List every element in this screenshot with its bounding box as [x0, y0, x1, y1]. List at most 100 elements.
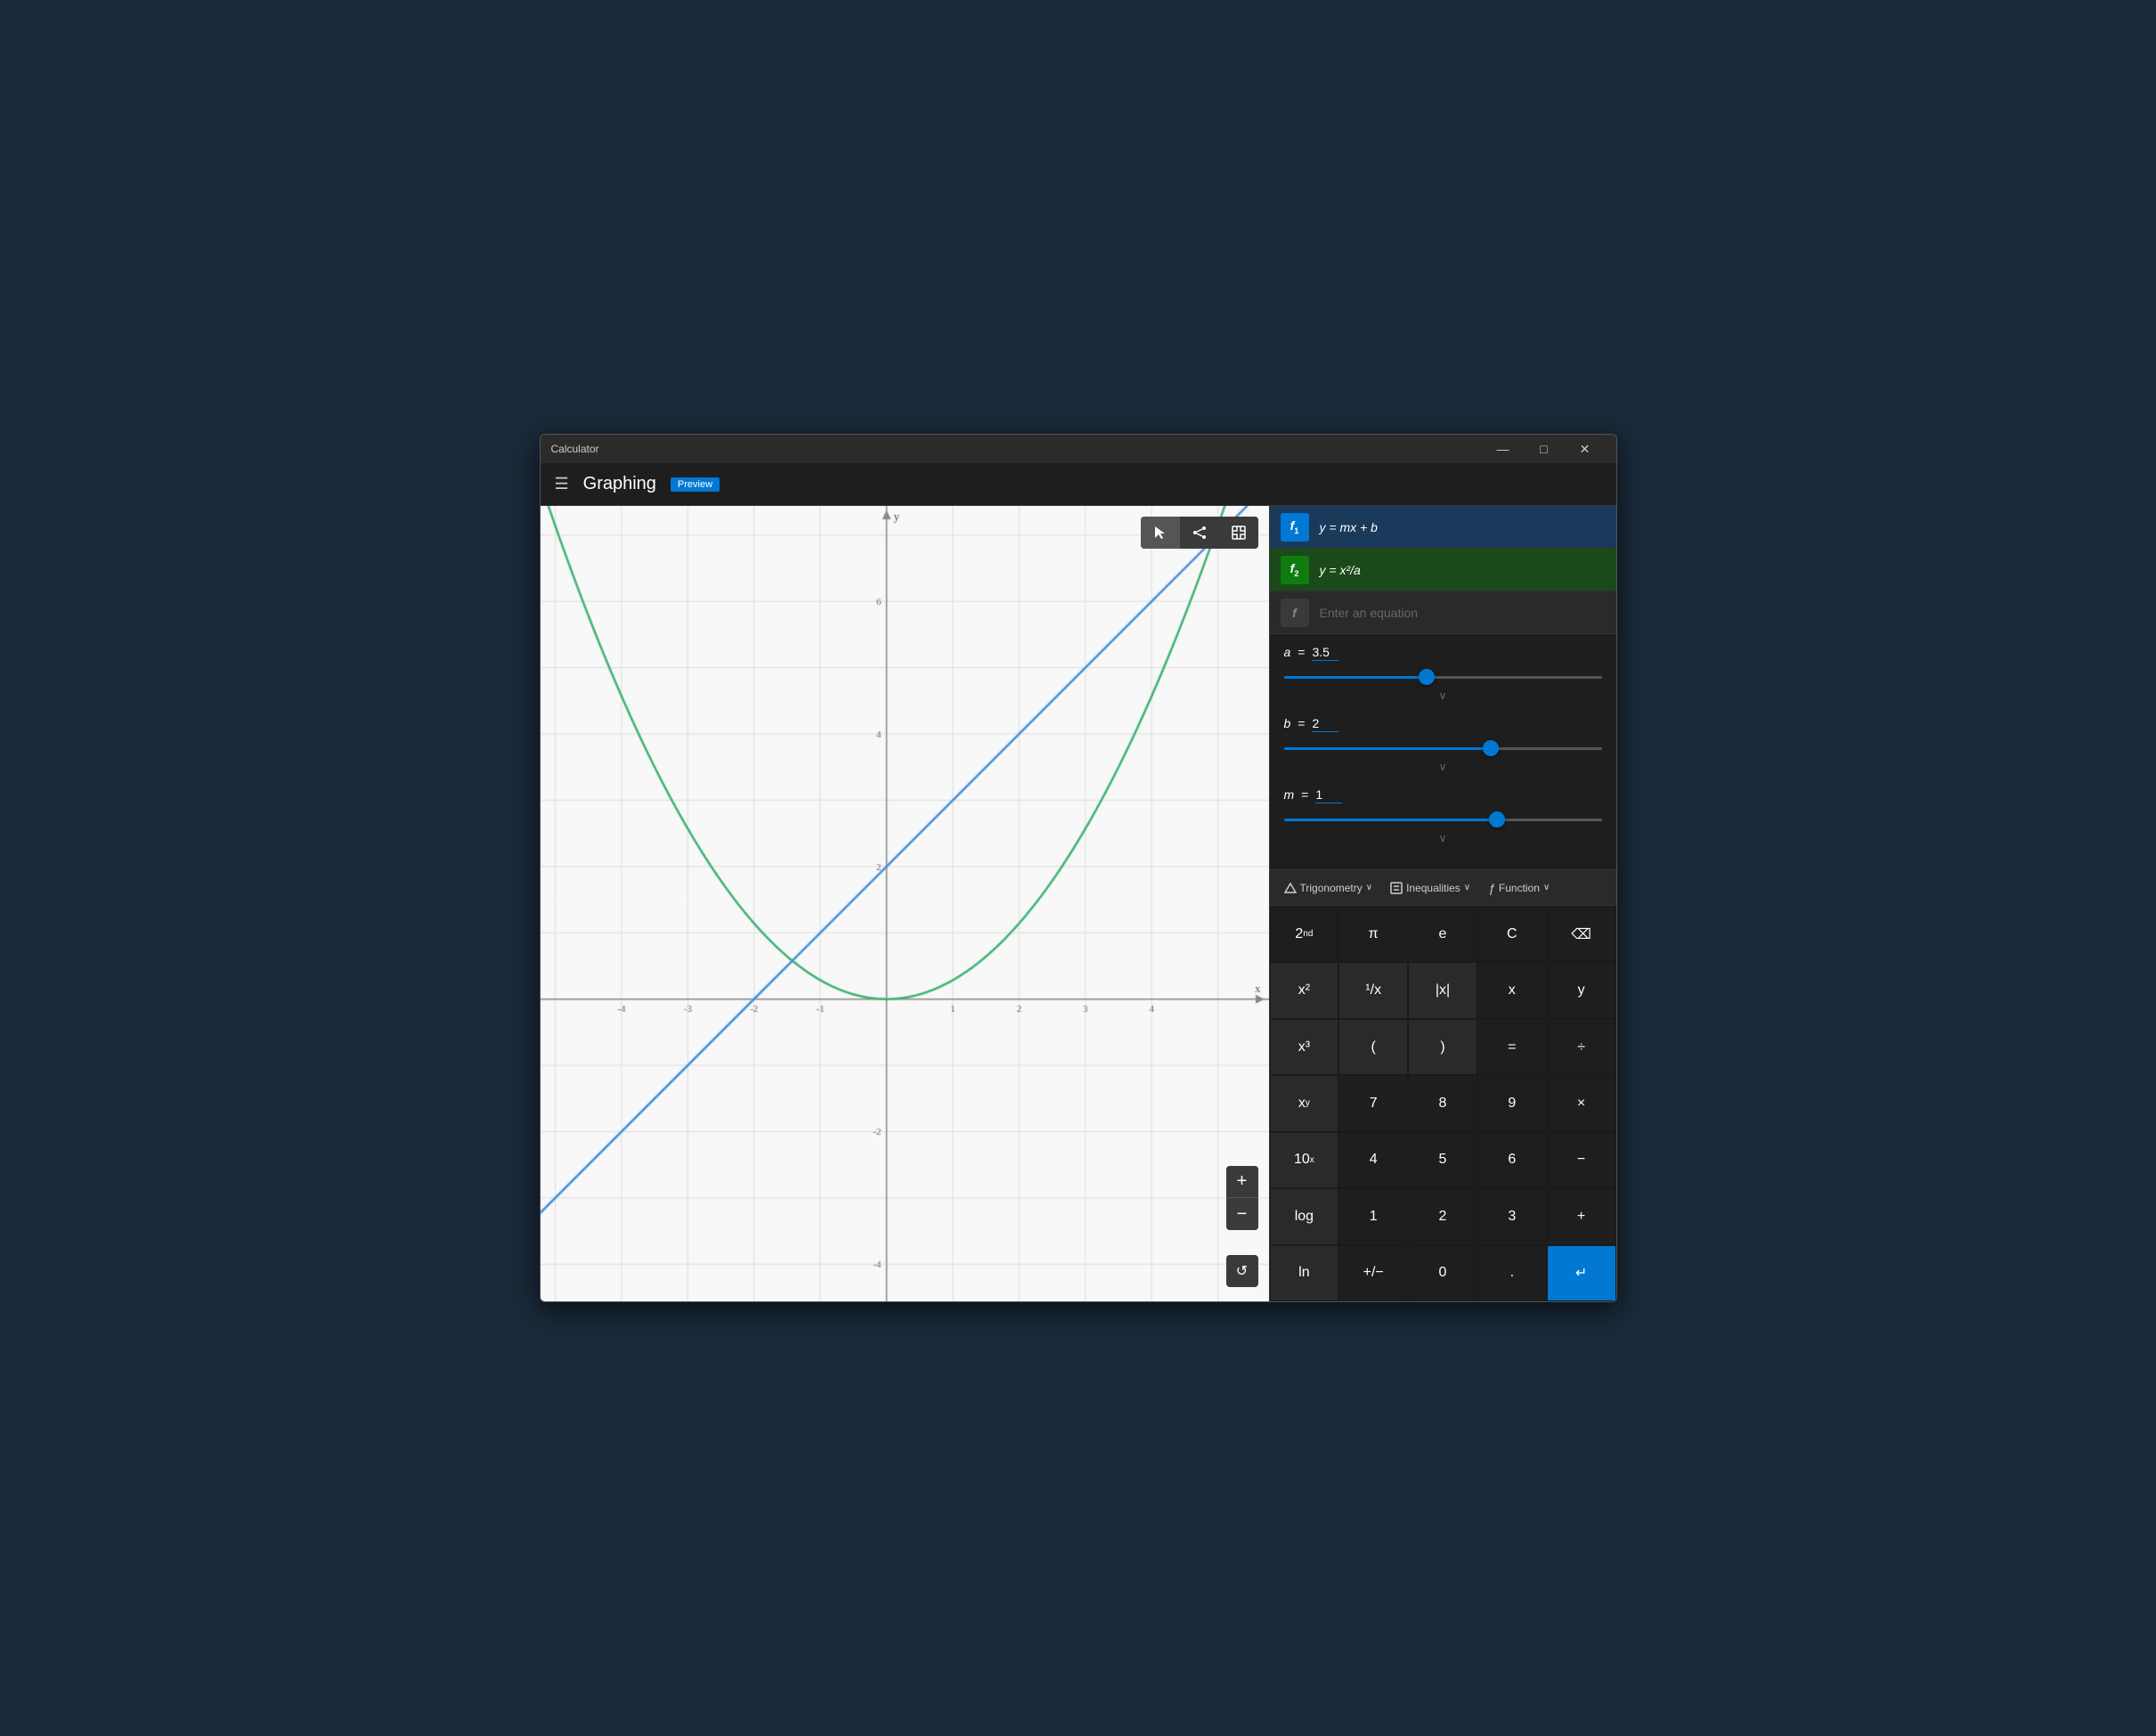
- key-plus-minus[interactable]: +/−: [1338, 1245, 1408, 1301]
- key-7[interactable]: 7: [1338, 1075, 1408, 1131]
- key-3[interactable]: 3: [1477, 1188, 1547, 1244]
- close-button[interactable]: ✕: [1565, 435, 1606, 463]
- function-chevron-icon: ∨: [1543, 883, 1550, 892]
- inequalities-label: Inequalities: [1406, 882, 1460, 894]
- slider-track-m: [1284, 819, 1602, 821]
- key-9[interactable]: 9: [1477, 1075, 1547, 1131]
- slider-container-b[interactable]: [1284, 739, 1602, 757]
- app-title: Graphing: [583, 474, 656, 494]
- slider-container-m[interactable]: [1284, 811, 1602, 828]
- key-1[interactable]: 1: [1338, 1188, 1408, 1244]
- var-name-m: m: [1284, 787, 1295, 802]
- var-equals-b: =: [1298, 716, 1305, 730]
- app-header: ☰ Graphing Preview: [541, 463, 1616, 506]
- slider-container-a[interactable]: [1284, 668, 1602, 686]
- variable-row-a: a = 3.5 ∨: [1284, 645, 1602, 702]
- key-4[interactable]: 4: [1338, 1132, 1408, 1188]
- key-backspace[interactable]: ⌫: [1547, 906, 1616, 962]
- equation-text-f2: y = x²/a: [1320, 563, 1606, 577]
- key-multiply[interactable]: ×: [1547, 1075, 1616, 1131]
- expand-tool-button[interactable]: [1219, 517, 1258, 549]
- key-5[interactable]: 5: [1408, 1132, 1477, 1188]
- key-clear[interactable]: C: [1477, 906, 1547, 962]
- variable-header-a: a = 3.5: [1284, 645, 1602, 661]
- expand-chevron-m[interactable]: ∨: [1284, 832, 1602, 844]
- inequalities-menu-button[interactable]: Inequalities ∨: [1383, 878, 1477, 898]
- expand-chevron-b[interactable]: ∨: [1284, 761, 1602, 773]
- key-log[interactable]: log: [1270, 1188, 1339, 1244]
- minimize-button[interactable]: —: [1483, 435, 1524, 463]
- function-label-f3: f: [1281, 599, 1309, 627]
- key-x-to-y[interactable]: xy: [1270, 1075, 1339, 1131]
- equation-row-f2[interactable]: f2 y = x²/a: [1270, 549, 1616, 591]
- var-equals-m: =: [1301, 787, 1308, 802]
- slider-thumb-b[interactable]: [1483, 740, 1499, 756]
- variable-header-m: m = 1: [1284, 787, 1602, 803]
- key-open-paren[interactable]: (: [1338, 1019, 1408, 1075]
- key-2[interactable]: 2: [1408, 1188, 1477, 1244]
- key-8[interactable]: 8: [1408, 1075, 1477, 1131]
- equations-panel: f1 y = mx + b f2 y = x²/a f Enter an equ…: [1270, 506, 1616, 634]
- key-reciprocal[interactable]: ¹/x: [1338, 962, 1408, 1018]
- var-value-a: 3.5: [1312, 645, 1338, 661]
- title-bar-left: Calculator: [551, 443, 599, 455]
- equation-text-f1: y = mx + b: [1320, 520, 1606, 534]
- window-title: Calculator: [551, 443, 599, 455]
- share-tool-button[interactable]: [1180, 517, 1219, 549]
- key-pi[interactable]: π: [1338, 906, 1408, 962]
- slider-thumb-a[interactable]: [1419, 669, 1435, 685]
- equation-row-f3[interactable]: f Enter an equation: [1270, 591, 1616, 634]
- equation-placeholder-f3: Enter an equation: [1320, 606, 1606, 620]
- expand-chevron-a[interactable]: ∨: [1284, 689, 1602, 702]
- maximize-button[interactable]: □: [1524, 435, 1565, 463]
- function-label: Function: [1499, 882, 1540, 894]
- variables-panel: a = 3.5 ∨ b =: [1270, 634, 1616, 870]
- right-panel: f1 y = mx + b f2 y = x²/a f Enter an equ…: [1269, 506, 1616, 1301]
- preview-badge: Preview: [671, 477, 720, 492]
- menu-icon[interactable]: ☰: [555, 475, 569, 493]
- key-add[interactable]: +: [1547, 1188, 1616, 1244]
- slider-thumb-m[interactable]: [1489, 811, 1505, 827]
- key-10-to-x[interactable]: 10x: [1270, 1132, 1339, 1188]
- key-0[interactable]: 0: [1408, 1245, 1477, 1301]
- reset-view-button[interactable]: ↺: [1226, 1255, 1258, 1287]
- variable-row-m: m = 1 ∨: [1284, 787, 1602, 844]
- slider-fill-b: [1284, 747, 1491, 750]
- key-x-squared[interactable]: x²: [1270, 962, 1339, 1018]
- key-x[interactable]: x: [1477, 962, 1547, 1018]
- trigonometry-label: Trigonometry: [1300, 882, 1363, 894]
- key-ln[interactable]: ln: [1270, 1245, 1339, 1301]
- var-value-b: 2: [1312, 716, 1338, 732]
- inequalities-chevron-icon: ∨: [1464, 883, 1470, 892]
- var-equals-a: =: [1298, 645, 1305, 659]
- zoom-controls: + −: [1226, 1166, 1258, 1230]
- app-body: + − ↺ f1 y = mx + b f2 y = x²/a: [541, 506, 1616, 1301]
- key-abs[interactable]: |x|: [1408, 962, 1477, 1018]
- trigonometry-chevron-icon: ∨: [1366, 883, 1372, 892]
- zoom-in-button[interactable]: +: [1226, 1166, 1258, 1198]
- cursor-tool-button[interactable]: [1141, 517, 1180, 549]
- keypad-grid: 2nd π e C ⌫ x² ¹/x |x| x y x³ ( ) = ÷: [1270, 906, 1616, 1301]
- trigonometry-menu-button[interactable]: Trigonometry ∨: [1277, 878, 1380, 898]
- key-decimal[interactable]: .: [1477, 1245, 1547, 1301]
- key-subtract[interactable]: −: [1547, 1132, 1616, 1188]
- keypad-panel: Trigonometry ∨ Inequalities ∨ ƒ: [1270, 870, 1616, 1301]
- key-x-cubed[interactable]: x³: [1270, 1019, 1339, 1075]
- key-close-paren[interactable]: ): [1408, 1019, 1477, 1075]
- zoom-out-button[interactable]: −: [1226, 1198, 1258, 1230]
- function-label-f2: f2: [1281, 556, 1309, 584]
- key-y[interactable]: y: [1547, 962, 1616, 1018]
- variable-row-b: b = 2 ∨: [1284, 716, 1602, 773]
- key-equals[interactable]: =: [1477, 1019, 1547, 1075]
- equation-row-f1[interactable]: f1 y = mx + b: [1270, 506, 1616, 549]
- function-menu-button[interactable]: ƒ Function ∨: [1481, 877, 1557, 899]
- key-enter[interactable]: ↵: [1547, 1245, 1616, 1301]
- calculator-window: Calculator — □ ✕ ☰ Graphing Preview: [540, 434, 1617, 1302]
- key-divide[interactable]: ÷: [1547, 1019, 1616, 1075]
- key-e[interactable]: e: [1408, 906, 1477, 962]
- title-bar: Calculator — □ ✕: [541, 435, 1616, 463]
- graph-canvas: [541, 506, 1269, 1301]
- key-6[interactable]: 6: [1477, 1132, 1547, 1188]
- slider-track-b: [1284, 747, 1602, 750]
- key-2nd[interactable]: 2nd: [1270, 906, 1339, 962]
